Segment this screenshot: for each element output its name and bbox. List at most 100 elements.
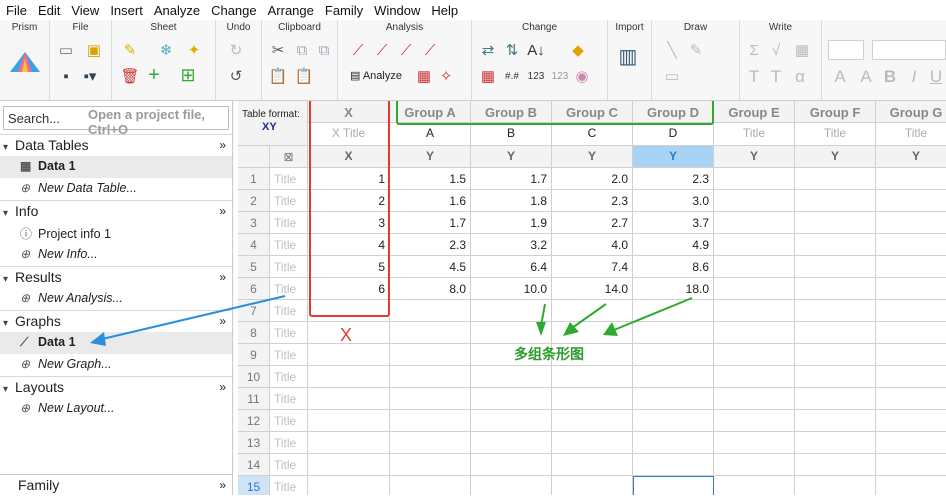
y-value-cell[interactable]: 1.9 [471, 212, 552, 234]
y-value-cell[interactable] [795, 212, 876, 234]
sidebar-item[interactable]: ⊕ New Info... [0, 244, 232, 266]
y-value-cell[interactable]: 2.3 [633, 168, 714, 190]
add-sheet-icon[interactable]: + [144, 65, 164, 86]
import-xml-icon[interactable]: ▥ [618, 47, 638, 78]
y-value-cell[interactable] [876, 432, 946, 454]
copy-format-icon[interactable]: ⧉ [314, 42, 334, 62]
y-value-cell[interactable] [795, 256, 876, 278]
y-value-cell[interactable] [552, 322, 633, 344]
y-value-cell[interactable] [876, 410, 946, 432]
section-info[interactable]: ▾ Info » [0, 200, 232, 222]
menu-edit[interactable]: Edit [32, 3, 65, 18]
row-title-cell[interactable]: Title [270, 454, 308, 476]
y-value-cell[interactable] [714, 212, 795, 234]
row-title-cell[interactable]: Title [270, 256, 308, 278]
paste-special-icon[interactable]: 📋 [294, 68, 314, 88]
pen-tool-icon[interactable]: ✎ [686, 42, 706, 62]
sidebar-item[interactable]: ⊕ New Graph... [0, 354, 232, 376]
y-value-cell[interactable] [795, 344, 876, 366]
strike-number-icon[interactable]: 123 [550, 68, 570, 88]
y-value-cell[interactable] [876, 234, 946, 256]
section-family[interactable]: Family » [0, 474, 232, 496]
group-letter-cell[interactable]: D [633, 123, 714, 146]
row-title-cell[interactable]: Title [270, 344, 308, 366]
y-value-cell[interactable] [795, 410, 876, 432]
y-value-cell[interactable]: 1.7 [390, 212, 471, 234]
y-value-cell[interactable] [795, 322, 876, 344]
italic-icon[interactable]: I [904, 68, 924, 88]
decrease-font-icon[interactable]: A [856, 68, 876, 88]
x-value-cell[interactable] [308, 388, 390, 410]
group-letter-cell[interactable]: B [471, 123, 552, 146]
undo-icon[interactable]: ↺ [226, 68, 246, 88]
y-value-cell[interactable]: 2.3 [552, 190, 633, 212]
add-column-icon[interactable]: ⊞ [178, 66, 198, 86]
y-value-cell[interactable]: 7.4 [552, 256, 633, 278]
new-file-icon[interactable]: ▭ [56, 42, 76, 62]
expand-chevron-icon[interactable]: » [219, 380, 226, 394]
expand-chevron-icon[interactable]: » [219, 478, 226, 492]
y-value-cell[interactable] [795, 432, 876, 454]
highlight-icon[interactable]: ✎ [120, 42, 140, 62]
y-value-cell[interactable] [876, 190, 946, 212]
y-value-cell[interactable] [876, 388, 946, 410]
section-results[interactable]: ▾ Results » [0, 266, 232, 288]
y-value-cell[interactable] [471, 454, 552, 476]
group-letter-cell[interactable]: A [390, 123, 471, 146]
curve-fit-icon[interactable]: ⟋ [420, 42, 440, 62]
collapse-triangle-icon[interactable]: ▾ [3, 384, 15, 395]
y-value-cell[interactable] [795, 278, 876, 300]
xy-analysis-icon[interactable]: ⟋ [348, 42, 368, 62]
row-title-cell[interactable]: Title [270, 366, 308, 388]
section-layouts[interactable]: ▾ Layouts » [0, 376, 232, 398]
sidebar-item[interactable]: ⟋ Data 1 [0, 332, 232, 354]
menu-help[interactable]: Help [425, 3, 463, 18]
y-value-cell[interactable] [390, 476, 471, 495]
function-icon[interactable]: Σ [744, 42, 764, 62]
row-title-cell[interactable]: Title [270, 410, 308, 432]
y-value-cell[interactable] [795, 300, 876, 322]
x-value-cell[interactable] [308, 366, 390, 388]
y-value-cell[interactable] [876, 212, 946, 234]
y-value-cell[interactable] [876, 366, 946, 388]
row-title-cell[interactable]: Title [270, 322, 308, 344]
y-value-cell[interactable] [876, 454, 946, 476]
swap-icon[interactable]: ⇄ [478, 42, 498, 62]
row-title-cell[interactable]: Title [270, 212, 308, 234]
menu-arrange[interactable]: Arrange [262, 3, 319, 18]
font-size-select[interactable] [828, 40, 864, 60]
y-value-cell[interactable] [795, 454, 876, 476]
group-letter-cell[interactable]: Title [714, 123, 795, 146]
rectangle-tool-icon[interactable]: ▭ [662, 68, 682, 88]
y-value-cell[interactable]: 3.7 [633, 212, 714, 234]
y-value-cell[interactable] [390, 344, 471, 366]
menu-family[interactable]: Family [319, 3, 368, 18]
sqrt-icon[interactable]: √ [766, 42, 786, 62]
y-value-cell[interactable]: 1.8 [471, 190, 552, 212]
y-value-cell[interactable]: 1.7 [471, 168, 552, 190]
open-file-icon[interactable]: ▣ [84, 42, 104, 62]
y-value-cell[interactable] [552, 476, 633, 495]
x-value-cell[interactable] [308, 454, 390, 476]
group-letter-cell[interactable]: C [552, 123, 633, 146]
number-format-icon[interactable]: #.# [502, 68, 522, 88]
transpose-icon[interactable]: ⇅ [502, 42, 522, 62]
section-graphs[interactable]: ▾ Graphs » [0, 310, 232, 332]
expand-chevron-icon[interactable]: » [219, 204, 226, 218]
y-value-cell[interactable]: 1.6 [390, 190, 471, 212]
y-value-cell[interactable]: 1.5 [390, 168, 471, 190]
y-value-cell[interactable] [633, 344, 714, 366]
expand-chevron-icon[interactable]: » [219, 270, 226, 284]
underline-icon[interactable]: U [926, 68, 946, 88]
y-value-cell[interactable] [390, 366, 471, 388]
y-value-cell[interactable] [714, 432, 795, 454]
save-as-icon[interactable]: ▪▾ [80, 68, 100, 88]
group-column-header[interactable]: Group F [795, 101, 876, 123]
y-value-cell[interactable] [795, 388, 876, 410]
sidebar-item[interactable]: ⊕ New Analysis... [0, 288, 232, 310]
sidebar-item[interactable]: ⊕ New Data Table... [0, 178, 232, 200]
y-value-cell[interactable] [795, 168, 876, 190]
y-value-cell[interactable] [552, 410, 633, 432]
menu-change[interactable]: Change [205, 3, 262, 18]
fill-color-icon[interactable]: ◆ [568, 42, 588, 62]
